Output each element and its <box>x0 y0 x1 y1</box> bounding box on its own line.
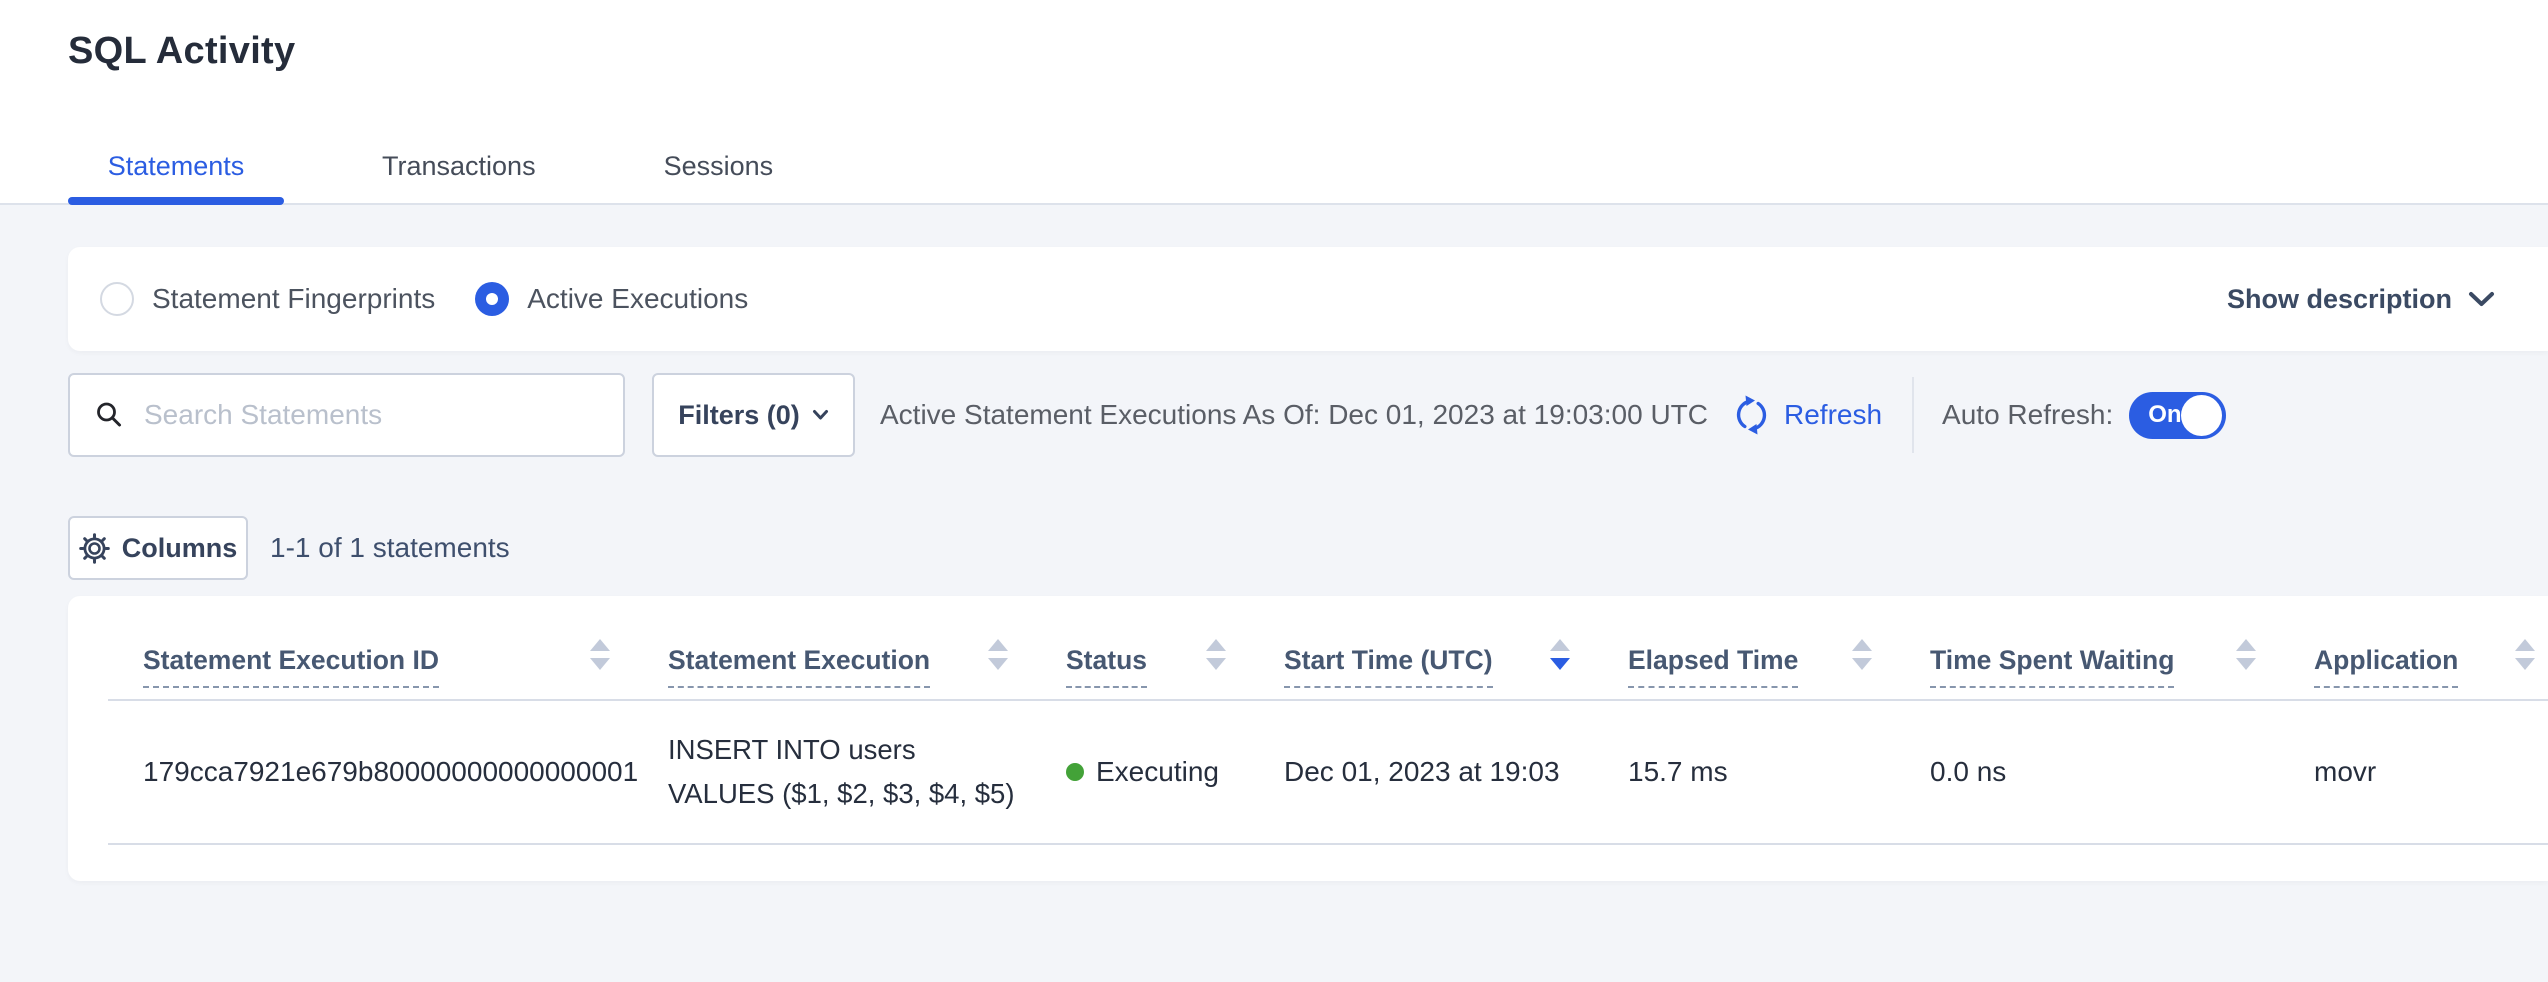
search-input[interactable] <box>142 398 603 432</box>
columns-button[interactable]: Columns <box>68 516 248 580</box>
radio-label[interactable]: Statement Fingerprints <box>152 283 435 315</box>
statements-table: Statement Execution ID Statement Executi… <box>108 596 2548 845</box>
sort-icon[interactable] <box>988 639 1008 670</box>
table-toolbar: Columns 1-1 of 1 statements <box>68 516 2548 580</box>
filters-button[interactable]: Filters (0) <box>652 373 855 457</box>
tab-sessions[interactable]: Sessions <box>664 151 774 205</box>
column-header-label[interactable]: Time Spent Waiting <box>1930 645 2174 688</box>
column-header-start-time[interactable]: Start Time (UTC) <box>1284 639 1628 699</box>
column-header-statement-execution[interactable]: Statement Execution <box>668 639 1066 699</box>
sort-icon[interactable] <box>1852 639 1872 670</box>
column-header-statement-execution-id[interactable]: Statement Execution ID <box>108 639 668 699</box>
column-header-label[interactable]: Elapsed Time <box>1628 645 1798 688</box>
tab-statements[interactable]: Statements <box>68 151 284 205</box>
radio-label[interactable]: Active Executions <box>527 283 748 315</box>
sort-icon[interactable] <box>2236 639 2256 670</box>
as-of-timestamp: Active Statement Executions As Of: Dec 0… <box>880 399 1708 431</box>
show-description-label[interactable]: Show description <box>2227 284 2452 315</box>
cell-status: Executing <box>1066 756 1284 788</box>
chevron-down-icon <box>812 409 829 421</box>
column-header-application[interactable]: Application <box>2314 639 2548 699</box>
page-header: SQL Activity Statements Transactions Ses… <box>0 0 2548 205</box>
radio-active-executions[interactable]: Active Executions <box>475 282 748 316</box>
table-row: 179cca7921e679b80000000000000001 INSERT … <box>108 701 2548 845</box>
cell-statement[interactable]: INSERT INTO users VALUES ($1, $2, $3, $4… <box>668 728 1020 816</box>
vertical-divider <box>1912 377 1914 453</box>
tab-bar: Statements Transactions Sessions <box>68 151 773 205</box>
search-icon <box>94 400 124 430</box>
cell-time-spent-waiting: 0.0 ns <box>1930 756 2314 788</box>
tab-transactions[interactable]: Transactions <box>382 151 536 205</box>
cell-start-time: Dec 01, 2023 at 19:03 <box>1284 756 1628 788</box>
cell-execution-id[interactable]: 179cca7921e679b80000000000000001 <box>108 756 668 788</box>
refresh-label[interactable]: Refresh <box>1784 399 1882 431</box>
main-content: Statement Fingerprints Active Executions… <box>0 247 2548 881</box>
refresh-icon[interactable] <box>1730 393 1774 437</box>
auto-refresh-label: Auto Refresh: <box>1942 399 2113 431</box>
status-label: Executing <box>1096 756 1219 788</box>
column-header-label[interactable]: Statement Execution <box>668 645 930 688</box>
show-description-button[interactable]: Show description <box>2227 284 2495 315</box>
column-header-label[interactable]: Application <box>2314 645 2458 688</box>
auto-refresh-toggle[interactable]: On <box>2129 392 2226 439</box>
columns-button-label[interactable]: Columns <box>122 533 238 564</box>
column-header-elapsed-time[interactable]: Elapsed Time <box>1628 639 1930 699</box>
sort-icon[interactable] <box>1206 639 1226 670</box>
chevron-down-icon <box>2468 291 2495 308</box>
radio-unselected-icon[interactable] <box>100 282 134 316</box>
radio-selected-icon[interactable] <box>475 282 509 316</box>
radio-statement-fingerprints[interactable]: Statement Fingerprints <box>100 282 435 316</box>
column-header-label[interactable]: Statement Execution ID <box>143 645 439 688</box>
column-header-time-spent-waiting[interactable]: Time Spent Waiting <box>1930 639 2314 699</box>
sort-icon-descending[interactable] <box>1550 639 1570 670</box>
refresh-button[interactable]: Refresh <box>1730 393 1882 437</box>
statements-table-card: Statement Execution ID Statement Executi… <box>68 596 2548 881</box>
sort-icon[interactable] <box>590 639 610 670</box>
page-title: SQL Activity <box>68 30 2548 73</box>
toggle-knob[interactable] <box>2181 395 2222 436</box>
column-header-label[interactable]: Status <box>1066 645 1147 688</box>
gear-icon <box>79 533 110 564</box>
column-header-label[interactable]: Start Time (UTC) <box>1284 645 1493 688</box>
sort-icon[interactable] <box>2515 639 2535 670</box>
cell-application: movr <box>2314 756 2548 788</box>
filters-button-label[interactable]: Filters (0) <box>678 400 800 431</box>
filter-bar: Filters (0) Active Statement Executions … <box>68 373 2548 457</box>
result-count: 1-1 of 1 statements <box>270 532 510 564</box>
toggle-state-label[interactable]: On <box>2148 401 2181 429</box>
status-dot-icon <box>1066 763 1084 781</box>
search-box[interactable] <box>68 373 625 457</box>
view-mode-card: Statement Fingerprints Active Executions… <box>68 247 2548 351</box>
column-header-status[interactable]: Status <box>1066 639 1284 699</box>
cell-elapsed-time: 15.7 ms <box>1628 756 1930 788</box>
table-header-row: Statement Execution ID Statement Executi… <box>108 596 2548 701</box>
